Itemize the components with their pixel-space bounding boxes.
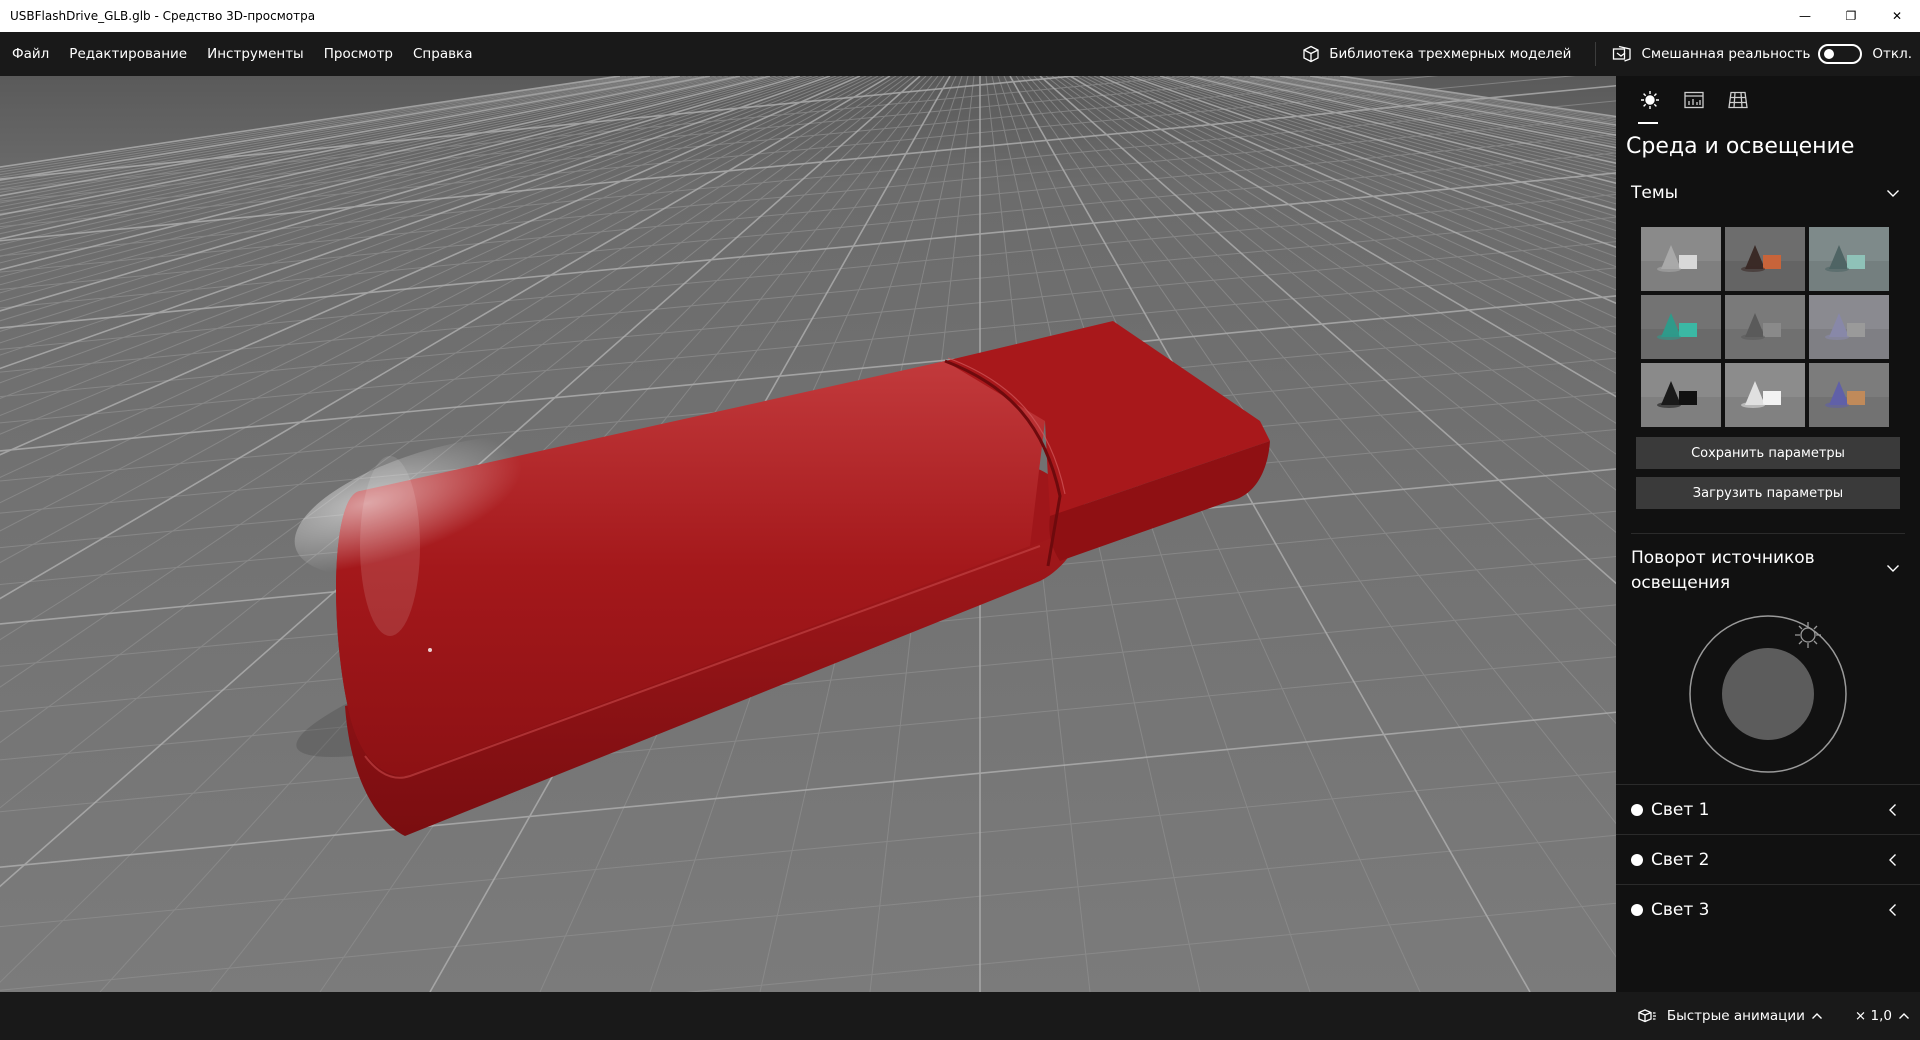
stats-icon bbox=[1684, 91, 1704, 109]
menu-bar: Файл Редактирование Инструменты Просмотр… bbox=[0, 32, 1920, 76]
theme-thumbnail[interactable] bbox=[1641, 363, 1721, 427]
menubar-right: Библиотека трехмерных моделей Смешанная … bbox=[1302, 32, 1920, 76]
menu-edit[interactable]: Редактирование bbox=[59, 32, 197, 76]
light-rotation-label: Поворот источников освещения bbox=[1631, 548, 1815, 593]
themes-label: Темы bbox=[1631, 183, 1679, 203]
toggle-knob bbox=[1824, 49, 1835, 59]
restore-button[interactable]: ❐ bbox=[1828, 0, 1874, 32]
light-label: Свет 1 bbox=[1651, 799, 1710, 820]
theme-gallery bbox=[1641, 227, 1920, 427]
sun-icon bbox=[1641, 91, 1659, 109]
menu-file[interactable]: Файл bbox=[2, 32, 59, 76]
theme-thumbnail[interactable] bbox=[1725, 363, 1805, 427]
theme-thumbnail[interactable] bbox=[1809, 295, 1889, 359]
quick-animations-label: Быстрые анимации bbox=[1666, 1008, 1805, 1024]
sun-handle-icon[interactable] bbox=[1795, 622, 1821, 648]
section-divider bbox=[1631, 533, 1905, 534]
mixed-reality-toggle[interactable] bbox=[1818, 44, 1863, 64]
restore-icon: ❐ bbox=[1845, 9, 1857, 23]
light-item-2[interactable]: Свет 2 bbox=[1616, 834, 1920, 884]
save-settings-button[interactable]: Сохранить параметры bbox=[1636, 437, 1900, 469]
animation-cube-icon bbox=[1638, 1009, 1656, 1023]
theme-thumbnail[interactable] bbox=[1641, 227, 1721, 291]
light-item-3[interactable]: Свет 3 bbox=[1616, 884, 1920, 934]
theme-thumbnail[interactable] bbox=[1725, 295, 1805, 359]
chevron-up-icon bbox=[1899, 1013, 1909, 1019]
light-rotation-dial[interactable] bbox=[1616, 600, 1920, 780]
menu-view[interactable]: Просмотр bbox=[314, 32, 403, 76]
chevron-left-icon bbox=[1889, 803, 1896, 816]
light-item-1[interactable]: Свет 1 bbox=[1616, 784, 1920, 834]
mixed-reality-control: Смешанная реальность Откл. bbox=[1612, 44, 1920, 64]
mixed-reality-icon bbox=[1613, 45, 1632, 62]
load-settings-button[interactable]: Загрузить параметры bbox=[1636, 477, 1900, 509]
light-color-dot bbox=[1631, 853, 1643, 866]
light-color-dot bbox=[1631, 903, 1643, 916]
chevron-down-icon bbox=[1887, 565, 1899, 572]
theme-thumbnail[interactable] bbox=[1809, 363, 1889, 427]
close-button[interactable]: ✕ bbox=[1874, 0, 1920, 32]
3d-viewport[interactable] bbox=[0, 76, 1616, 992]
menubar-separator bbox=[1595, 42, 1597, 66]
cube-icon bbox=[1303, 45, 1319, 63]
mixed-reality-state: Откл. bbox=[1872, 46, 1912, 62]
3d-library-button[interactable]: Библиотека трехмерных моделей bbox=[1302, 45, 1595, 63]
lights-list: Свет 1 Свет 2 Свет 3 bbox=[1616, 784, 1920, 934]
mixed-reality-label: Смешанная реальность bbox=[1641, 46, 1811, 62]
theme-thumbnail[interactable] bbox=[1725, 227, 1805, 291]
light-label: Свет 3 bbox=[1651, 899, 1710, 920]
tab-environment-lighting[interactable] bbox=[1628, 76, 1672, 124]
grid-floor bbox=[0, 76, 1616, 992]
light-color-dot bbox=[1631, 803, 1643, 816]
3d-library-label: Библиотека трехмерных моделей bbox=[1329, 46, 1572, 62]
minimize-button[interactable]: — bbox=[1782, 0, 1828, 32]
environment-panel: Среда и освещение Темы Сохранить парамет… bbox=[1616, 76, 1920, 992]
close-icon: ✕ bbox=[1891, 9, 1903, 23]
chevron-up-icon bbox=[1811, 1013, 1822, 1019]
themes-section-header[interactable]: Темы bbox=[1616, 181, 1920, 205]
chevron-left-icon bbox=[1889, 853, 1896, 866]
light-label: Свет 2 bbox=[1651, 849, 1710, 870]
playback-speed-button[interactable]: × 1,0 bbox=[1855, 1008, 1910, 1024]
chevron-left-icon bbox=[1889, 903, 1896, 916]
minimize-icon: — bbox=[1799, 9, 1811, 23]
tab-stats[interactable] bbox=[1672, 76, 1716, 124]
bottom-bar: Быстрые анимации × 1,0 bbox=[0, 992, 1920, 1040]
window-title: USBFlashDrive_GLB.glb - Средство 3D-прос… bbox=[10, 9, 316, 23]
menu-help[interactable]: Справка bbox=[403, 32, 482, 76]
chevron-down-icon bbox=[1887, 190, 1899, 197]
window-controls: — ❐ ✕ bbox=[1782, 0, 1920, 32]
playback-speed-label: × 1,0 bbox=[1854, 1008, 1892, 1024]
light-rotation-section-header[interactable]: Поворот источников освещения bbox=[1616, 546, 1920, 596]
tab-mesh-grid[interactable] bbox=[1716, 76, 1760, 124]
title-bar: USBFlashDrive_GLB.glb - Средство 3D-прос… bbox=[0, 0, 1920, 32]
panel-tabs bbox=[1616, 76, 1920, 124]
grid-icon bbox=[1728, 91, 1748, 109]
quick-animations-button[interactable]: Быстрые анимации bbox=[1637, 1008, 1833, 1024]
theme-thumbnail[interactable] bbox=[1641, 295, 1721, 359]
main-menu: Файл Редактирование Инструменты Просмотр… bbox=[2, 32, 482, 76]
panel-title: Среда и освещение bbox=[1626, 134, 1855, 159]
menu-tools[interactable]: Инструменты bbox=[197, 32, 314, 76]
theme-thumbnail[interactable] bbox=[1809, 227, 1889, 291]
